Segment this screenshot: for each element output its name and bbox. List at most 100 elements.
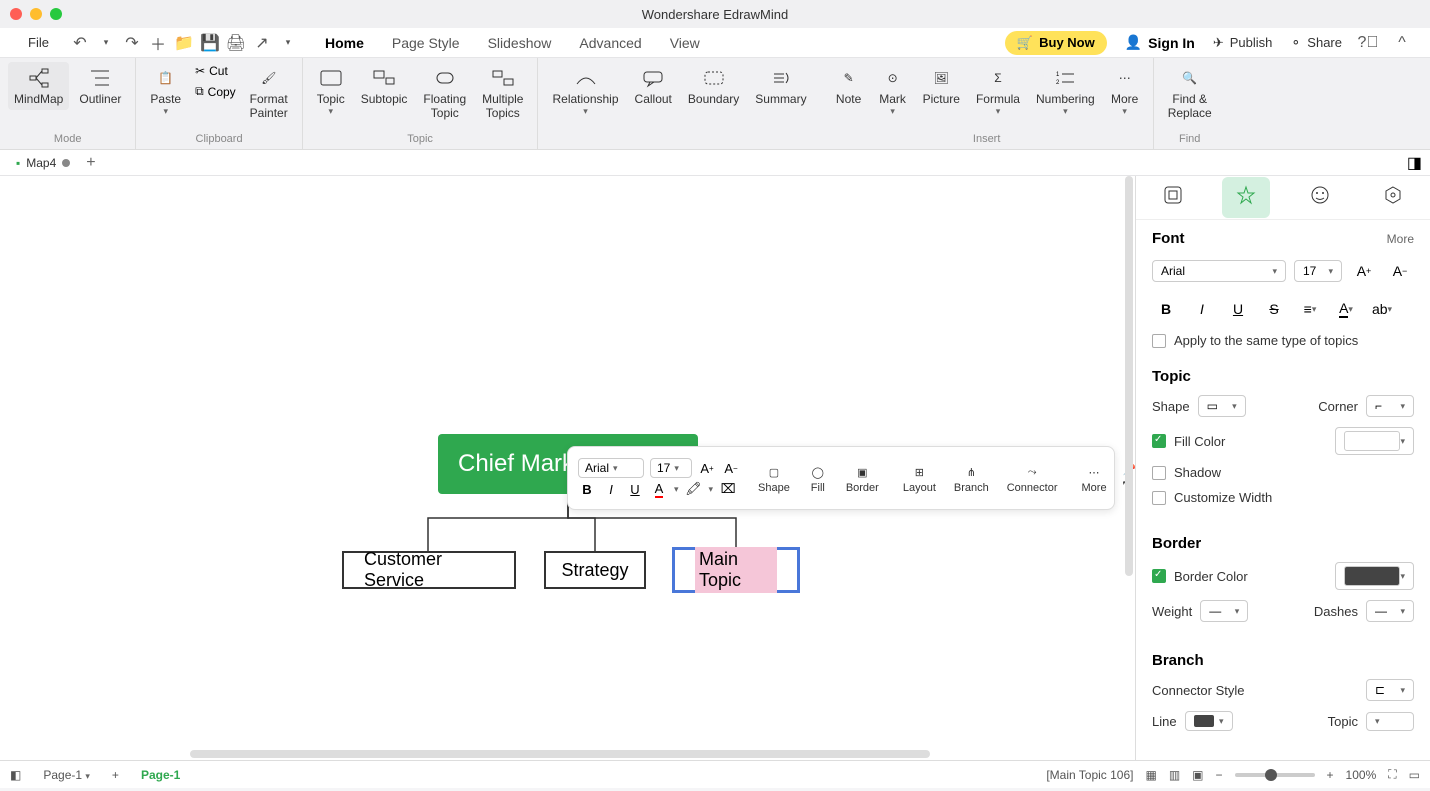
- child-topic-1[interactable]: Customer Service: [342, 551, 516, 589]
- open-icon[interactable]: 📁: [176, 35, 192, 51]
- tab-home[interactable]: Home: [321, 31, 368, 55]
- dashes-select[interactable]: —▾: [1366, 600, 1414, 622]
- float-branch-button[interactable]: ⋔Branch: [948, 460, 995, 496]
- customize-width-checkbox[interactable]: Customize Width: [1152, 490, 1414, 505]
- copy-button[interactable]: ⧉Copy: [191, 82, 240, 101]
- tab-view[interactable]: View: [666, 31, 704, 55]
- float-layout-button[interactable]: ⊞Layout: [897, 460, 942, 496]
- float-shape-button[interactable]: ▢Shape: [752, 460, 796, 496]
- panel-toggle-icon[interactable]: ◨: [1407, 153, 1422, 173]
- border-color-select[interactable]: ▾: [1335, 562, 1414, 590]
- line-color-select[interactable]: ▾: [1185, 711, 1233, 731]
- zoom-level[interactable]: 100%: [1346, 768, 1377, 782]
- highlight-icon[interactable]: 🖍: [685, 480, 703, 498]
- numbering-button[interactable]: 12Numbering▾: [1030, 62, 1101, 121]
- topic-button[interactable]: Topic▾: [311, 62, 351, 121]
- font-family-select[interactable]: Arial▾: [1152, 260, 1286, 282]
- view-mode-2[interactable]: ▥: [1169, 768, 1180, 782]
- undo-icon[interactable]: ↶: [72, 35, 88, 51]
- branch-topic-select[interactable]: ▾: [1366, 712, 1414, 731]
- multiple-topics-button[interactable]: Multiple Topics: [476, 62, 529, 124]
- float-more-button[interactable]: ⋯More: [1076, 460, 1113, 496]
- fullscreen-icon[interactable]: ▭: [1409, 768, 1420, 782]
- tab-pagestyle[interactable]: Page Style: [388, 31, 464, 55]
- view-mode-3[interactable]: ▣: [1192, 768, 1203, 782]
- doc-tab-map4[interactable]: ▪ Map4: [8, 154, 78, 172]
- font-color-icon[interactable]: A: [650, 480, 668, 498]
- text-color-button[interactable]: A▾: [1332, 295, 1360, 323]
- clear-format-icon[interactable]: ⌧: [719, 480, 737, 498]
- subtopic-button[interactable]: Subtopic: [355, 62, 414, 110]
- more-insert-button[interactable]: ⋯More▾: [1105, 62, 1145, 121]
- buy-now-button[interactable]: 🛒 Buy Now: [1005, 31, 1107, 55]
- boundary-button[interactable]: Boundary: [682, 62, 745, 110]
- zoom-slider[interactable]: [1235, 773, 1315, 777]
- paste-button[interactable]: 📋 Paste ▾: [144, 62, 187, 121]
- mindmap-button[interactable]: MindMap: [8, 62, 69, 110]
- child-topic-2[interactable]: Strategy: [544, 551, 646, 589]
- highlight-dropdown[interactable]: ▾: [709, 484, 714, 495]
- pages-panel-icon[interactable]: ◧: [10, 768, 21, 782]
- increase-font-icon[interactable]: A+: [698, 459, 716, 477]
- help-icon[interactable]: ?⃝: [1360, 35, 1376, 51]
- shadow-checkbox[interactable]: Shadow: [1152, 465, 1414, 480]
- vertical-scrollbar[interactable]: [1125, 176, 1133, 576]
- mark-button[interactable]: ⊙Mark▾: [873, 62, 913, 121]
- align-button[interactable]: ≡▾: [1296, 295, 1324, 323]
- minimize-window[interactable]: [30, 8, 42, 20]
- print-icon[interactable]: 🖨: [228, 35, 244, 51]
- publish-button[interactable]: ✈ Publish: [1213, 35, 1273, 51]
- fill-color-checkbox[interactable]: [1152, 434, 1166, 448]
- case-button[interactable]: ab▾: [1368, 295, 1396, 323]
- relationship-button[interactable]: Relationship▾: [546, 62, 624, 121]
- connector-style-select[interactable]: ⊏▾: [1366, 679, 1414, 701]
- float-font-family[interactable]: Arial▾: [578, 458, 644, 478]
- export-icon[interactable]: ↗: [254, 35, 270, 51]
- child-topic-3-selected[interactable]: Main Topic: [672, 547, 800, 593]
- save-icon[interactable]: 💾: [202, 35, 218, 51]
- italic-icon[interactable]: I: [602, 480, 620, 498]
- float-connector-button[interactable]: ⤳Connector: [1001, 460, 1064, 496]
- note-button[interactable]: ✎Note: [829, 62, 869, 110]
- zoom-out-button[interactable]: −: [1216, 768, 1223, 782]
- font-more[interactable]: More: [1387, 232, 1414, 246]
- corner-select[interactable]: ⌐▾: [1366, 395, 1414, 417]
- increase-font-button[interactable]: A+: [1350, 257, 1378, 285]
- floating-topic-button[interactable]: Floating Topic: [417, 62, 472, 124]
- collapse-ribbon-icon[interactable]: ^: [1394, 35, 1410, 51]
- font-size-select[interactable]: 17▾: [1294, 260, 1342, 282]
- page-tab-1[interactable]: Page-1: [131, 766, 190, 784]
- underline-icon[interactable]: U: [626, 480, 644, 498]
- float-border-button[interactable]: ▣Border: [840, 460, 885, 496]
- sp-tab-1[interactable]: [1149, 177, 1197, 218]
- float-font-size[interactable]: 17▾: [650, 458, 692, 478]
- new-tab-button[interactable]: +: [86, 154, 95, 172]
- bold-button[interactable]: B: [1152, 295, 1180, 323]
- sign-in-button[interactable]: 👤 Sign In: [1125, 34, 1195, 51]
- float-fill-button[interactable]: ◯Fill: [802, 460, 834, 496]
- bold-icon[interactable]: B: [578, 480, 596, 498]
- export-dropdown[interactable]: ▾: [280, 35, 296, 51]
- add-page-button[interactable]: +: [112, 768, 119, 782]
- view-mode-1[interactable]: ▦: [1145, 768, 1156, 782]
- underline-button[interactable]: U: [1224, 295, 1252, 323]
- decrease-font-icon[interactable]: A−: [722, 459, 740, 477]
- strikethrough-button[interactable]: S: [1260, 295, 1288, 323]
- fit-page-icon[interactable]: ⛶: [1388, 767, 1396, 782]
- undo-dropdown[interactable]: ▾: [98, 35, 114, 51]
- tab-slideshow[interactable]: Slideshow: [484, 31, 556, 55]
- sp-tab-style[interactable]: [1222, 177, 1270, 218]
- find-replace-button[interactable]: 🔍Find & Replace: [1162, 62, 1218, 124]
- apply-same-type-checkbox[interactable]: Apply to the same type of topics: [1152, 333, 1414, 348]
- weight-select[interactable]: —▾: [1200, 600, 1248, 622]
- formula-button[interactable]: ΣFormula▾: [970, 62, 1026, 121]
- canvas[interactable]: Chief Mark Customer Service Strategy Mai…: [0, 176, 1135, 760]
- format-painter-button[interactable]: 🖌 Format Painter: [244, 62, 294, 124]
- page-select[interactable]: Page-1 ▾: [33, 766, 100, 784]
- border-color-checkbox[interactable]: [1152, 569, 1166, 583]
- picture-button[interactable]: 🖼Picture: [917, 62, 966, 110]
- fill-color-select[interactable]: ▾: [1335, 427, 1414, 455]
- italic-button[interactable]: I: [1188, 295, 1216, 323]
- font-color-dropdown[interactable]: ▾: [674, 484, 679, 495]
- file-menu[interactable]: File: [20, 31, 57, 54]
